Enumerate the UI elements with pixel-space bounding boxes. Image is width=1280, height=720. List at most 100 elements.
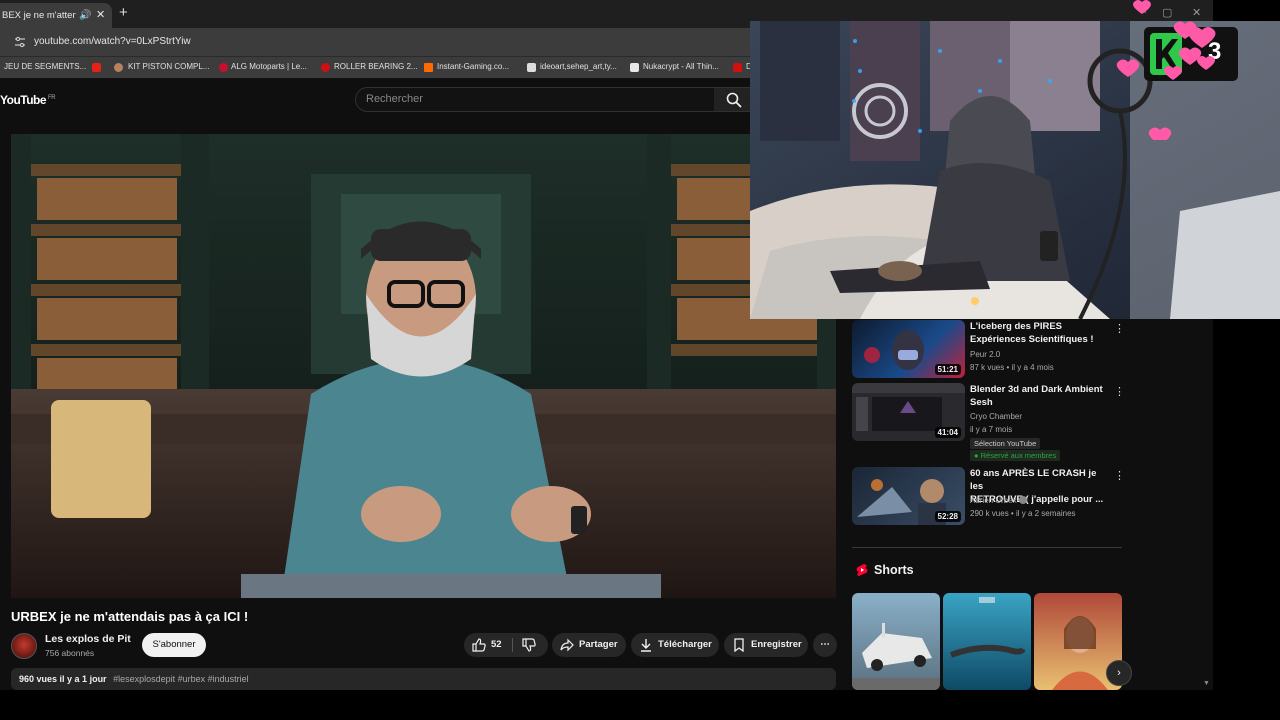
tab-close-icon[interactable]: ✕ <box>96 3 105 28</box>
channel-label: Adrien Urbex <box>970 496 1017 505</box>
bookmark-item[interactable]: ideoart,sehep_art,ty... <box>540 62 617 71</box>
speaker-icon[interactable]: 🔊 <box>79 3 91 28</box>
scroll-down-arrow-icon[interactable]: ▼ <box>1203 680 1210 687</box>
share-label: Partager <box>579 639 618 650</box>
recommendation-item[interactable]: 51:21 L'iceberg des PIRES Expériences Sc… <box>852 320 1127 382</box>
title-line: Sesh <box>970 397 993 408</box>
title-line: Expériences Scientifiques ! <box>970 334 1094 345</box>
shorts-icon <box>856 564 868 576</box>
bottom-black-strip <box>0 690 1280 720</box>
title-line: L'iceberg des PIRES <box>970 321 1063 332</box>
shorts-next-button[interactable]: › <box>1106 660 1132 686</box>
share-icon <box>560 638 574 652</box>
verified-icon <box>1018 496 1027 504</box>
new-tab-button[interactable]: + <box>119 4 128 21</box>
heart-icon <box>1164 66 1182 80</box>
bookmark-item[interactable]: ALG Motoparts | Le... <box>231 62 307 71</box>
title-line: Blender 3d and Dark Ambient <box>970 384 1103 395</box>
subscriber-count: 756 abonnés <box>45 648 95 658</box>
heart-icon <box>1148 127 1172 140</box>
recommendation-title[interactable]: Blender 3d and Dark Ambient Sesh <box>970 383 1110 409</box>
channel-avatar[interactable] <box>11 633 37 659</box>
title-line: 60 ans APRÈS LE CRASH je les <box>970 468 1097 492</box>
more-actions-button[interactable]: ⋯ <box>813 633 837 657</box>
video-frame <box>11 134 836 598</box>
channel-name[interactable]: Les explos de Pit <box>45 633 131 645</box>
screen: { "browser": { "tab": { "title": "URBEX … <box>0 0 1280 720</box>
hashtags[interactable]: #lesexplosdepit #urbex #industriel <box>113 674 249 684</box>
heart-icon <box>1116 59 1140 77</box>
logo-region: FR <box>48 95 56 101</box>
save-button[interactable]: Enregistrer <box>724 633 808 657</box>
short-thumbnail <box>949 597 1026 658</box>
recommendation-meta: 87 k vues • il y a 4 mois <box>970 363 1054 372</box>
hearts-reaction <box>1116 0 1216 140</box>
bookmark-item[interactable]: Nukacrypt - All Thin... <box>643 62 719 71</box>
recommendation-thumbnail[interactable]: 41:04 <box>852 383 965 441</box>
download-icon <box>641 639 651 652</box>
duration-badge: 51:21 <box>934 364 961 375</box>
bookmark-item[interactable]: Instant-Gaming.co... <box>437 62 509 71</box>
like-icon[interactable] <box>472 638 486 652</box>
duration-badge: 52:28 <box>934 511 961 522</box>
recommendation-item[interactable]: 41:04 Blender 3d and Dark Ambient Sesh C… <box>852 383 1127 461</box>
download-button[interactable]: Télécharger <box>631 633 719 657</box>
bookmark-item[interactable]: KIT PISTON COMPL... <box>128 62 210 71</box>
bookmark-item[interactable]: JEU DE SEGMENTS... <box>4 62 86 71</box>
bookmark-favicon-icon <box>424 63 433 72</box>
upload-age: il y a 1 jour <box>59 674 107 684</box>
description-box[interactable]: 960 vues il y a 1 jour #lesexplosdepit #… <box>11 668 836 690</box>
search-icon <box>726 92 742 108</box>
search-input[interactable]: Rechercher <box>355 87 715 112</box>
tab-title: BEX je ne m'attendai <box>2 10 76 21</box>
recommendation-channel[interactable]: Cryo Chamber <box>970 412 1022 421</box>
more-vert-icon[interactable]: ⋮ <box>1114 385 1125 398</box>
recommendation-thumbnail[interactable]: 51:21 <box>852 320 965 378</box>
bookmark-item[interactable]: ROLLER BEARING 2... <box>334 62 418 71</box>
search-button[interactable] <box>714 87 754 112</box>
video-title: URBEX je ne m'attendais pas à ça ICI ! <box>11 609 249 624</box>
heart-icon <box>1197 56 1215 70</box>
dislike-icon[interactable] <box>522 638 536 652</box>
short-item[interactable] <box>852 593 940 690</box>
bookmark-icon <box>734 638 744 652</box>
more-vert-icon[interactable]: ⋮ <box>1114 469 1125 482</box>
recommendation-thumbnail[interactable]: 52:28 <box>852 467 965 525</box>
bookmark-favicon-icon <box>114 63 123 72</box>
view-count: 960 vues <box>19 674 58 684</box>
bookmark-favicon-icon <box>733 63 742 72</box>
browser-tab[interactable]: BEX je ne m'attendai 🔊 ✕ <box>0 3 112 28</box>
bookmark-favicon-icon <box>527 63 536 72</box>
members-only-badge: ● Réservé aux membres <box>970 450 1061 461</box>
video-player[interactable] <box>11 134 836 598</box>
selection-badge: Sélection YouTube <box>970 438 1041 449</box>
section-divider <box>852 547 1122 548</box>
short-item[interactable] <box>943 593 1031 690</box>
bookmark-favicon-icon <box>219 63 228 72</box>
shorts-heading: Shorts <box>874 563 914 577</box>
youtube-logo[interactable]: YouTube FR <box>0 93 56 107</box>
recommendation-meta: 290 k vues • il y a 2 semaines <box>970 509 1076 518</box>
share-button[interactable]: Partager <box>552 633 626 657</box>
short-thumbnail <box>852 623 940 690</box>
recommendation-meta: il y a 7 mois <box>970 425 1013 434</box>
members-only-label: Réservé aux membres <box>980 451 1057 460</box>
heart-icon <box>1188 27 1216 48</box>
logo-text: YouTube <box>0 93 47 107</box>
save-label: Enregistrer <box>751 639 802 650</box>
recommendation-channel[interactable]: Adrien Urbex <box>970 496 1027 505</box>
bookmark-favicon-icon <box>321 63 330 72</box>
like-dislike-group: 52 <box>464 633 548 657</box>
duration-badge: 41:04 <box>934 427 961 438</box>
like-count: 52 <box>491 639 502 650</box>
heart-icon <box>1133 0 1151 14</box>
bookmark-favicon-icon <box>630 63 639 72</box>
recommendation-item[interactable]: 52:28 60 ans APRÈS LE CRASH je les RETRO… <box>852 467 1127 529</box>
recommendation-title[interactable]: L'iceberg des PIRES Expériences Scientif… <box>970 320 1110 346</box>
youtube-icon <box>92 63 101 72</box>
more-vert-icon[interactable]: ⋮ <box>1114 322 1125 335</box>
subscribe-button[interactable]: S'abonner <box>142 633 206 657</box>
recommendation-channel[interactable]: Peur 2.0 <box>970 350 1000 359</box>
url-text[interactable]: youtube.com/watch?v=0LxPStrtYiw <box>34 36 191 47</box>
site-settings-icon[interactable] <box>14 36 26 48</box>
